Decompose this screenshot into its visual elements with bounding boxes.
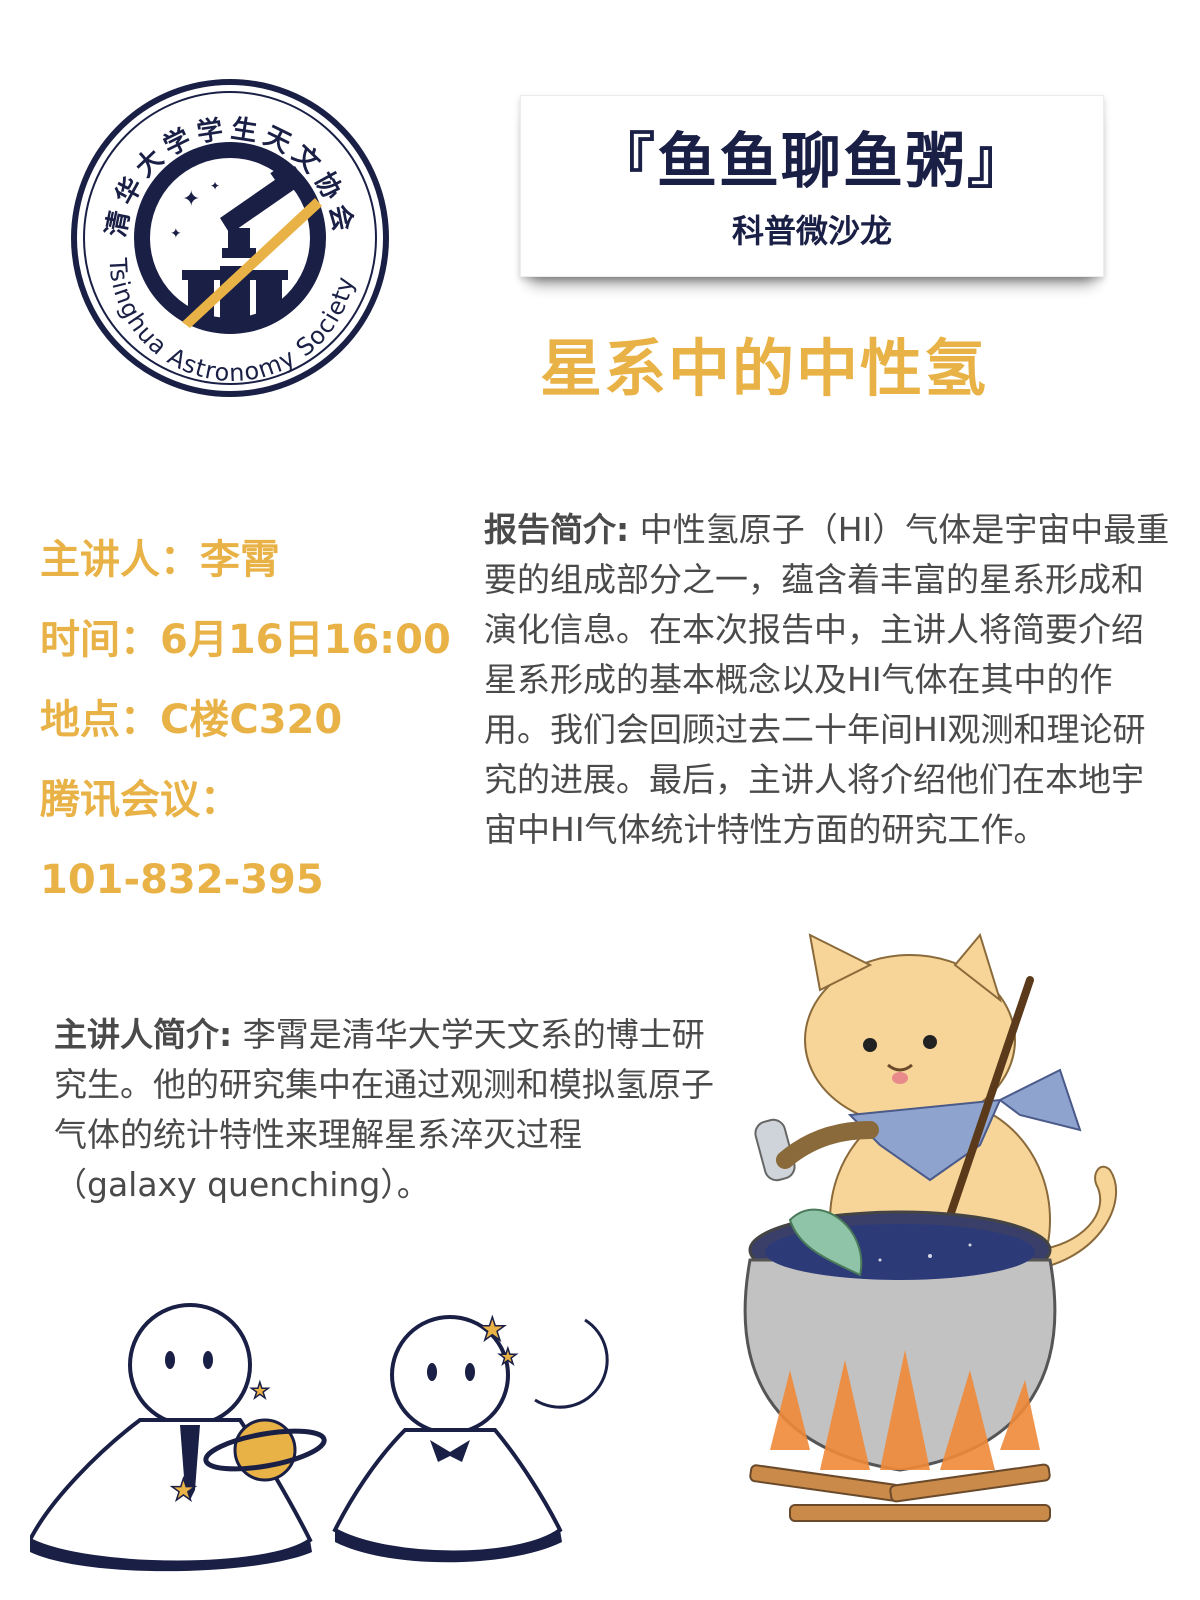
speaker-line: 主讲人：李霄	[40, 537, 280, 583]
event-subtitle: 科普微沙龙	[731, 212, 892, 250]
svg-text:✦: ✦	[210, 179, 220, 193]
place-line: 地点：C楼C320	[40, 697, 343, 743]
svg-text:✦: ✦	[182, 187, 200, 212]
event-info: 主讲人：李霄 时间：6月16日16:00 地点：C楼C320 腾讯会议： 101…	[40, 520, 470, 920]
meeting-label: 腾讯会议：	[40, 777, 240, 823]
svg-text:✦: ✦	[170, 226, 182, 242]
svg-text:★: ★	[478, 1310, 507, 1348]
svg-text:★: ★	[498, 1345, 518, 1370]
cat-cooking-illustration	[743, 932, 1118, 1522]
bio-label: 主讲人简介:	[54, 1015, 233, 1054]
time-line: 时间：6月16日16:00	[40, 617, 451, 663]
poster: ✦ ✦ ✦ 清华大学学生天文协会 Tsinghua Astronomy Soci…	[0, 0, 1200, 1600]
meeting-id: 101-832-395	[40, 857, 324, 903]
astronomy-society-logo: ✦ ✦ ✦ 清华大学学生天文协会 Tsinghua Astronomy Soci…	[71, 79, 389, 397]
svg-text:★: ★	[250, 1379, 270, 1404]
svg-text:★: ★	[170, 1473, 197, 1508]
abstract-text: 中性氢原子（HI）气体是宇宙中最重要的组成部分之一，蕴含着丰富的星系形成和演化信…	[484, 510, 1170, 849]
doll-illustration: ★ ★ ★ ★	[30, 1303, 609, 1572]
talk-topic: 星系中的中性氢	[540, 332, 989, 405]
event-title: 『鱼鱼聊鱼粥』	[595, 127, 1029, 197]
abstract: 报告简介: 中性氢原子（HI）气体是宇宙中最重要的组成部分之一，蕴含着丰富的星系…	[484, 505, 1174, 855]
speaker-bio: 主讲人简介: 李霄是清华大学天文系的博士研究生。他的研究集中在通过观测和模拟氢原…	[54, 1010, 714, 1210]
abstract-label: 报告简介:	[484, 510, 630, 549]
title-card: 『鱼鱼聊鱼粥』 科普微沙龙	[520, 95, 1104, 277]
